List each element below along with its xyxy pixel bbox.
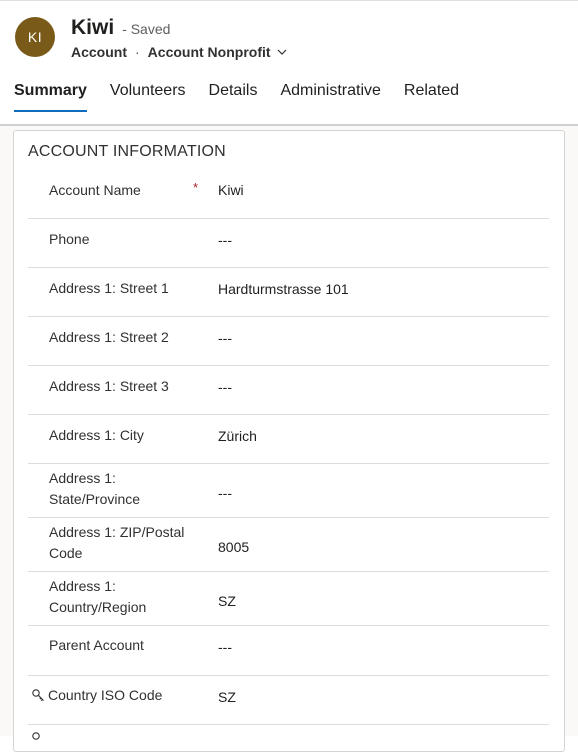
record-title: Kiwi [71, 16, 115, 39]
field-street-3: Address 1: Street 3 --- [28, 366, 549, 415]
field-label: Address 1: City [49, 427, 144, 443]
field-label: Address 1: Street 1 [49, 280, 169, 296]
chevron-down-icon[interactable] [277, 47, 287, 57]
saved-status: - Saved [122, 21, 171, 37]
lock-icon [32, 732, 40, 740]
field-parent-account: Parent Account --- [28, 626, 549, 676]
field-value[interactable]: Zürich [218, 428, 257, 444]
field-value[interactable]: --- [218, 639, 232, 655]
field-label: Address 1: Street 3 [49, 378, 169, 394]
field-value[interactable]: --- [218, 379, 232, 395]
subtitle-row: Account · Account Nonprofit [71, 44, 287, 60]
field-street-1: Address 1: Street 1 Hardturmstrasse 101 [28, 268, 549, 317]
field-value[interactable]: SZ [218, 593, 236, 609]
field-phone: Phone --- [28, 219, 549, 268]
field-value[interactable]: 8005 [218, 539, 249, 555]
field-label: Address 1: Country/Region [49, 578, 147, 615]
tab-list: Summary Volunteers Details Administrativ… [14, 82, 482, 112]
field-label: Address 1: ZIP/Postal Code [49, 524, 185, 561]
field-country-region: Address 1: Country/Region SZ [28, 572, 549, 626]
record-header: KI Kiwi - Saved Account · Account Nonpro… [0, 0, 578, 126]
field-country-iso-code: Country ISO Code SZ [28, 676, 549, 725]
field-label: Parent Account [49, 637, 144, 653]
field-value[interactable]: --- [218, 232, 232, 248]
field-value[interactable]: Hardturmstrasse 101 [218, 281, 349, 297]
field-value[interactable]: SZ [218, 689, 236, 705]
field-label: Phone [49, 231, 90, 247]
field-state-province: Address 1: State/Province --- [28, 464, 549, 518]
tab-administrative[interactable]: Administrative [280, 82, 380, 108]
field-zip-postal-code: Address 1: ZIP/Postal Code 8005 [28, 518, 549, 572]
entity-name: Account [71, 44, 127, 60]
field-label: Address 1: Street 2 [49, 329, 169, 345]
field-value[interactable]: Kiwi [218, 182, 244, 198]
field-city: Address 1: City Zürich [28, 415, 549, 464]
field-account-name: Account Name * Kiwi [28, 169, 549, 219]
form-selector[interactable]: Account Nonprofit [148, 44, 271, 60]
lock-icon [32, 689, 44, 702]
field-label: Country ISO Code [48, 687, 163, 703]
title-row: Kiwi - Saved [71, 16, 170, 42]
field-value[interactable]: --- [218, 330, 232, 346]
section-title: ACCOUNT INFORMATION [28, 143, 226, 160]
field-label: Address 1: State/Province [49, 470, 141, 507]
avatar: KI [15, 17, 55, 57]
account-information-section: ACCOUNT INFORMATION Account Name * Kiwi … [13, 130, 565, 752]
field-street-2: Address 1: Street 2 --- [28, 317, 549, 366]
separator: · [135, 44, 140, 60]
field-label: Account Name [49, 182, 141, 198]
tab-related[interactable]: Related [404, 82, 459, 108]
tab-details[interactable]: Details [209, 82, 258, 108]
tab-summary[interactable]: Summary [14, 82, 87, 112]
tab-volunteers[interactable]: Volunteers [110, 82, 186, 108]
field-label-with-icon: Country ISO Code [31, 685, 162, 706]
required-indicator: * [193, 180, 199, 195]
field-value[interactable]: --- [218, 485, 232, 501]
